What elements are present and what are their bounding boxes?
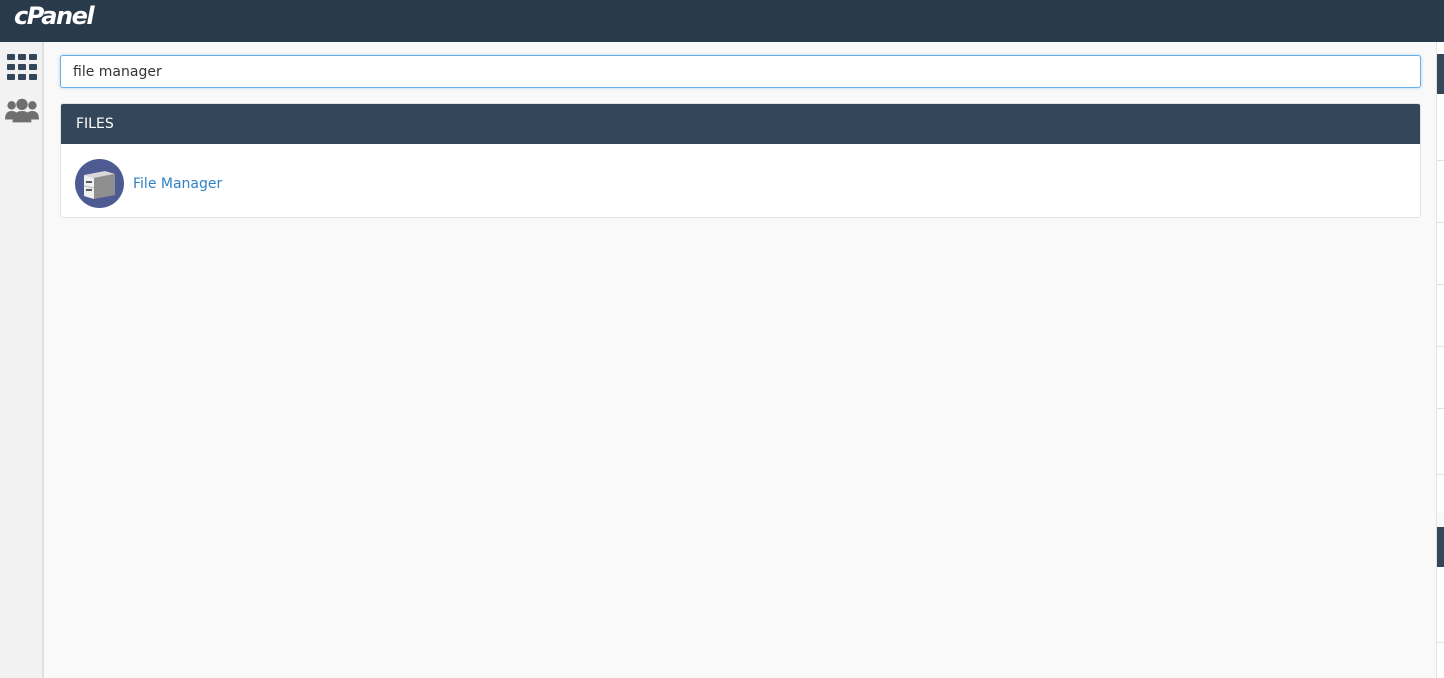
users-icon — [5, 98, 39, 123]
tools-grid-button[interactable] — [5, 50, 39, 84]
sidebar — [0, 42, 44, 678]
divider — [1437, 284, 1444, 285]
panel-gap — [1437, 512, 1444, 527]
files-section: FILES File Manager — [60, 103, 1421, 218]
file-manager-icon — [75, 159, 124, 208]
file-manager-label: File Manager — [133, 175, 223, 192]
divider — [1437, 346, 1444, 347]
right-panel-header — [1437, 54, 1444, 94]
divider — [1437, 222, 1444, 223]
section-header: FILES — [61, 104, 1420, 144]
file-manager-link[interactable]: File Manager — [75, 159, 222, 208]
users-button[interactable] — [5, 94, 39, 128]
right-panel-edge — [1436, 42, 1444, 678]
grid-icon — [7, 54, 37, 80]
divider — [1437, 408, 1444, 409]
divider — [1437, 160, 1444, 161]
right-panel-header — [1437, 527, 1444, 567]
divider — [1437, 642, 1444, 643]
cpanel-logo[interactable]: cPanel — [14, 2, 95, 30]
divider — [1437, 474, 1444, 475]
search-input[interactable] — [60, 55, 1421, 88]
top-bar: cPanel — [0, 0, 1444, 42]
